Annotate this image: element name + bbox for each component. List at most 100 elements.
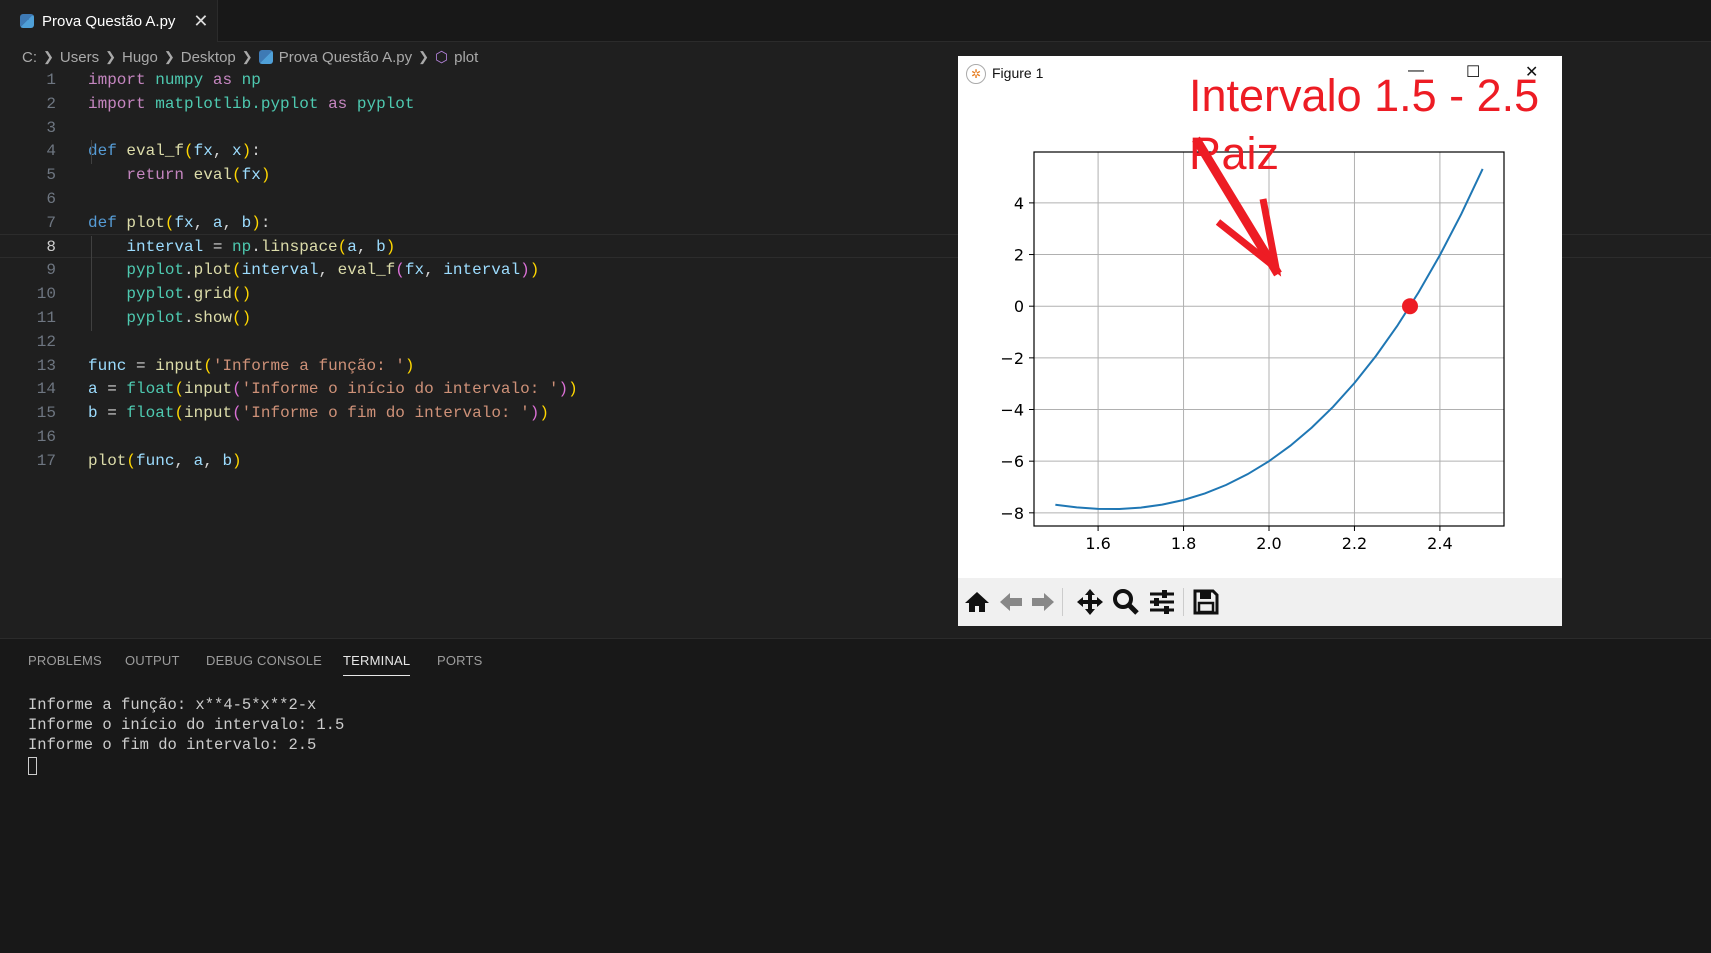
matplotlib-figure-window: ✲ Figure 1 — ☐ ✕ 1.6 1.8 2.0 2.2 2.4 4 2 0 −2 −4−… — [958, 56, 1562, 626]
code-token: interval — [443, 261, 521, 280]
code-line[interactable]: plot(func, a, b) — [88, 450, 242, 474]
breadcrumb-symbol[interactable]: plot — [454, 49, 478, 66]
code-line[interactable]: pyplot.grid() — [88, 283, 251, 307]
code-token: = — [97, 380, 127, 399]
code-token: show — [193, 309, 233, 327]
code-token: = — [97, 404, 127, 423]
code-token: x — [232, 142, 242, 161]
code-token: numpy — [155, 71, 204, 89]
close-tab-icon[interactable]: ✕ — [193, 11, 208, 32]
line-number: 4 — [46, 142, 56, 161]
annotation-interval: Intervalo 1.5 - 2.5 — [1189, 70, 1540, 121]
code-token: . — [184, 261, 194, 280]
code-token: ( — [337, 237, 348, 256]
tab-debug-console[interactable]: DEBUG CONSOLE — [206, 653, 322, 668]
code-token: pyplot — [126, 261, 185, 280]
tab-prova-questao[interactable]: Prova Questão A.py ✕ — [0, 0, 218, 42]
line-number: 1 — [46, 71, 56, 89]
code-line[interactable]: return eval(fx) — [88, 164, 270, 188]
code-token: . — [184, 285, 194, 304]
tab-problems[interactable]: PROBLEMS — [28, 653, 102, 668]
code-line[interactable]: func = input('Informe a função: ') — [88, 355, 414, 379]
code-token: input — [184, 380, 233, 399]
code-token: interval — [126, 237, 204, 256]
code-token: float — [126, 380, 175, 399]
code-token: = — [126, 356, 156, 375]
code-token: func — [136, 451, 175, 470]
code-token: fx — [174, 213, 194, 232]
code-token: input — [184, 404, 233, 423]
zoom-icon[interactable] — [1109, 584, 1143, 620]
x-tick-label: 2.4 — [1427, 534, 1452, 553]
code-line[interactable]: def plot(fx, a, b): — [88, 212, 270, 236]
tab-ports[interactable]: PORTS — [437, 653, 483, 668]
code-line[interactable]: a = float(input('Informe o início do int… — [88, 378, 578, 402]
code-token: ( — [164, 213, 175, 232]
line-number: 16 — [36, 428, 56, 446]
code-token: func — [88, 356, 127, 375]
line-number: 8 — [46, 237, 56, 256]
code-line[interactable]: def eval_f(fx, x): — [88, 140, 261, 164]
back-icon[interactable] — [994, 584, 1028, 620]
y-tick-label: −6 — [1000, 452, 1024, 471]
code-line[interactable]: pyplot.show() — [88, 307, 251, 331]
code-token: interval — [241, 261, 319, 280]
terminal-cursor[interactable] — [28, 757, 37, 775]
code-token: 'Informe o fim do intervalo: ' — [241, 404, 530, 423]
breadcrumb-drive[interactable]: C: — [22, 49, 37, 66]
code-token: ) — [385, 237, 396, 256]
code-line[interactable]: import matplotlib.pyplot as pyplot — [88, 93, 414, 117]
code-token: input — [155, 356, 204, 375]
code-token: ) — [568, 380, 578, 399]
breadcrumb-desktop[interactable]: Desktop — [181, 49, 236, 66]
code-token: ( — [232, 261, 242, 280]
code-token: ( — [174, 404, 185, 423]
line-number: 2 — [46, 94, 56, 113]
code-line[interactable]: b = float(input('Informe o fim do interv… — [88, 402, 549, 426]
code-token: ( — [232, 404, 242, 423]
toolbar-divider — [1062, 588, 1063, 616]
code-token: a — [88, 380, 98, 399]
tab-output[interactable]: OUTPUT — [125, 653, 180, 668]
code-token: ( — [395, 261, 405, 280]
x-tick-label: 1.8 — [1171, 534, 1196, 553]
code-line[interactable]: pyplot.plot(interval, eval_f(fx, interva… — [88, 259, 539, 283]
python-file-icon — [258, 50, 273, 64]
code-token: as — [212, 71, 233, 89]
code-token: np — [241, 71, 261, 89]
tab-terminal[interactable]: TERMINAL — [343, 653, 411, 676]
chevron-right-icon: ❯ — [43, 49, 54, 64]
code-token: ( — [232, 166, 242, 185]
code-token: ) — [404, 356, 415, 375]
save-icon[interactable] — [1189, 584, 1223, 620]
indent-guide — [91, 140, 92, 165]
terminal-line: Informe a função: x**4-5*x**2-x — [28, 696, 317, 714]
configure-subplots-icon[interactable] — [1145, 584, 1179, 620]
code-token: ) — [241, 142, 252, 161]
line-number: 3 — [46, 118, 56, 137]
python-file-icon — [20, 14, 34, 28]
editor-tab-bar: Prova Questão A.py ✕ — [0, 0, 1711, 42]
y-tick-label: −4 — [1000, 401, 1024, 420]
code-token: a — [212, 213, 223, 232]
x-tick-label: 2.0 — [1256, 534, 1281, 553]
pan-icon[interactable] — [1073, 584, 1107, 620]
code-line[interactable]: interval = np.linspace(a, b) — [88, 236, 395, 260]
code-token: def — [88, 142, 117, 161]
breadcrumb-hugo[interactable]: Hugo — [122, 49, 158, 66]
code-token: pyplot — [126, 309, 185, 327]
code-token: pyplot — [356, 94, 415, 113]
home-icon[interactable] — [960, 584, 994, 620]
breadcrumb-users[interactable]: Users — [60, 49, 99, 66]
forward-icon[interactable] — [1026, 584, 1060, 620]
breadcrumb-file[interactable]: Prova Questão A.py — [279, 49, 412, 66]
code-token: . — [251, 237, 261, 256]
code-line[interactable]: import numpy as np — [88, 69, 261, 93]
code-token: a — [347, 237, 357, 256]
method-cube-icon: ⬡ — [435, 49, 449, 66]
x-tick-label: 2.2 — [1342, 534, 1367, 553]
